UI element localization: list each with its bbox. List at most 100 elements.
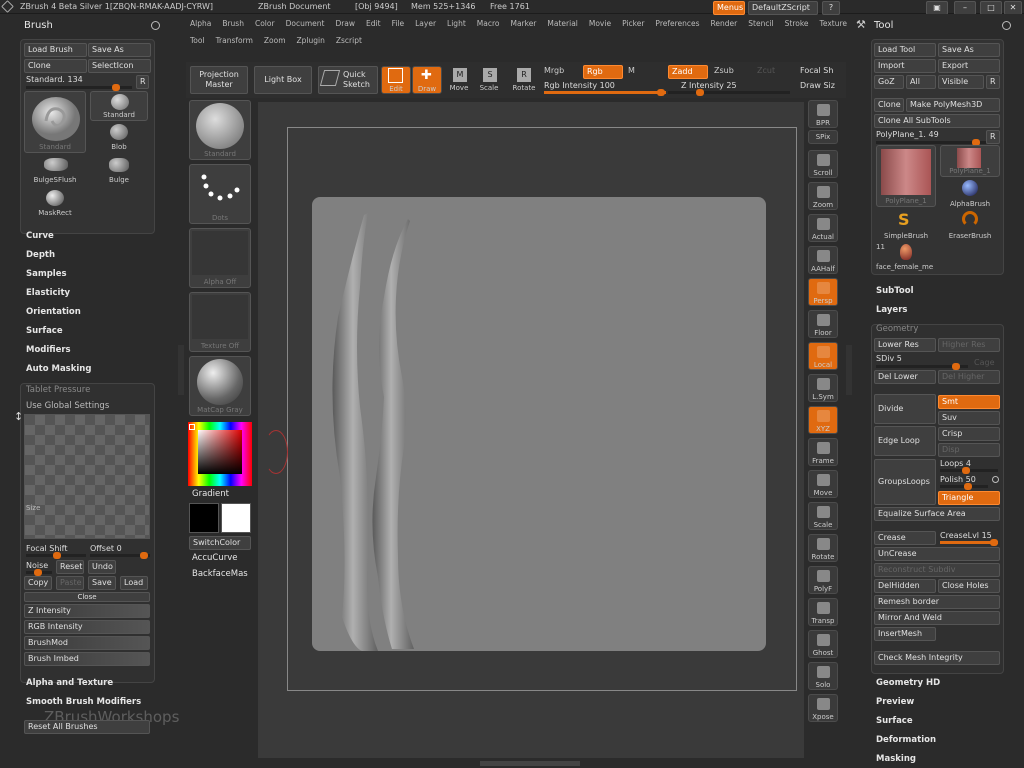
face-female-thumb[interactable]: face_female_me — [874, 243, 954, 273]
offset-slider[interactable] — [90, 552, 150, 559]
surface-section[interactable]: Surface — [876, 716, 913, 726]
curve-close-button[interactable]: Close — [24, 592, 150, 602]
main-color-swatch[interactable] — [189, 503, 219, 533]
brush-r-button[interactable]: R — [136, 75, 149, 89]
tool-persp[interactable]: Persp — [808, 278, 838, 306]
tool-rotate[interactable]: Rotate — [808, 534, 838, 562]
backface-mask-toggle[interactable]: BackfaceMas — [192, 569, 248, 579]
rgb-intensity-label[interactable]: Rgb Intensity 100 — [544, 81, 615, 90]
curve-save-button[interactable]: Save — [88, 576, 116, 590]
deformation-section[interactable]: Deformation — [876, 735, 936, 745]
shelf-slot-standard[interactable]: Standard — [189, 100, 251, 160]
projection-master-button[interactable]: Projection Master — [190, 66, 248, 94]
brush-thumb-bulgeflush[interactable]: BulgeSFlush — [24, 155, 86, 185]
menu-item-light[interactable]: Light — [447, 19, 466, 28]
select-icon-button[interactable]: SelectIcon — [88, 59, 151, 73]
geometry-hd-section[interactable]: Geometry HD — [876, 678, 940, 688]
menu-item-color[interactable]: Color — [255, 19, 275, 28]
shelf-slot-alpha-off[interactable]: Alpha Off — [189, 228, 251, 288]
menu-item-edit[interactable]: Edit — [366, 19, 381, 28]
equalize-surface-area-button[interactable]: Equalize Surface Area — [874, 507, 1000, 521]
close-icon[interactable]: ✕ — [1004, 1, 1022, 15]
tool-scale[interactable]: Scale — [808, 502, 838, 530]
bottom-tray-handle[interactable] — [480, 761, 580, 766]
reconstruct-subdiv-button[interactable]: Reconstruct Subdiv — [874, 563, 1000, 577]
section-modifiers[interactable]: Modifiers — [26, 345, 71, 355]
brush-thumb-bulge[interactable]: Bulge — [90, 155, 148, 185]
tool-spix[interactable]: SPix — [808, 130, 838, 144]
curve-brush-imbed[interactable]: Brush Imbed — [24, 652, 150, 666]
triangle-toggle[interactable]: Triangle — [938, 491, 1000, 505]
brush-thumb-blob[interactable]: Blob — [90, 122, 148, 152]
check-mesh-integrity-button[interactable]: Check Mesh Integrity — [874, 651, 1000, 665]
menu-item-picker[interactable]: Picker — [622, 19, 644, 28]
divide-button[interactable]: Divide — [874, 394, 936, 424]
tool-frame[interactable]: Frame — [808, 438, 838, 466]
curve-rgb-intensity[interactable]: RGB Intensity — [24, 620, 150, 634]
menu-item-document[interactable]: Document — [286, 19, 325, 28]
curve-brushmod[interactable]: BrushMod — [24, 636, 150, 650]
loops-slider[interactable] — [940, 467, 998, 474]
menus-button[interactable]: Menus — [713, 1, 745, 15]
subtool-section[interactable]: SubTool — [876, 286, 914, 296]
zadd-toggle[interactable]: Zadd — [668, 65, 708, 79]
color-picker-square[interactable] — [198, 430, 242, 474]
offset-label[interactable]: Offset 0 — [90, 544, 122, 553]
load-brush-button[interactable]: Load Brush — [24, 43, 87, 57]
lower-res-button[interactable]: Lower Res — [874, 338, 936, 352]
draw-size-shelf-label[interactable]: Draw Siz — [800, 81, 835, 90]
noise-slider[interactable] — [26, 569, 52, 576]
section-curve[interactable]: Curve — [26, 231, 54, 241]
tool-palette-title[interactable]: Tool — [874, 20, 893, 31]
focal-shift-shelf-label[interactable]: Focal Sh — [800, 66, 833, 75]
lock-icon[interactable]: ▣ — [926, 1, 948, 15]
menu-item-alpha[interactable]: Alpha — [190, 19, 211, 28]
menu-item-brush[interactable]: Brush — [222, 19, 244, 28]
masking-section[interactable]: Masking — [876, 754, 916, 764]
menu-item-layer[interactable]: Layer — [415, 19, 436, 28]
menu-item-draw[interactable]: Draw — [335, 19, 355, 28]
menu-item-marker[interactable]: Marker — [510, 19, 536, 28]
edge-loop-button[interactable]: Edge Loop — [874, 426, 936, 456]
section-orientation[interactable]: Orientation — [26, 307, 81, 317]
menu-item-zoom[interactable]: Zoom — [264, 36, 286, 45]
curve-z-intensity[interactable]: Z Intensity — [24, 604, 150, 618]
import-button[interactable]: Import — [874, 59, 936, 73]
menu-item-transform[interactable]: Transform — [216, 36, 253, 45]
tool-scroll[interactable]: Scroll — [808, 150, 838, 178]
tool-transp[interactable]: Transp — [808, 598, 838, 626]
delhidden-button[interactable]: DelHidden — [874, 579, 936, 593]
tool-thumb-alphabrush[interactable]: AlphaBrush — [940, 178, 1000, 208]
default-zscript-button[interactable]: DefaultZScript — [748, 1, 818, 15]
cage-label[interactable]: Cage — [974, 358, 995, 367]
polish-circle-icon[interactable] — [992, 476, 999, 483]
current-tool-slider[interactable] — [876, 139, 986, 146]
section-depth[interactable]: Depth — [26, 250, 55, 260]
del-lower-button[interactable]: Del Lower — [874, 370, 936, 384]
mirror-and-weld-button[interactable]: Mirror And Weld — [874, 611, 1000, 625]
focal-shift-label[interactable]: Focal Shift — [26, 544, 67, 553]
brush-palette-title[interactable]: Brush — [24, 20, 53, 31]
tool-clone-button[interactable]: Clone — [874, 98, 904, 112]
alpha-texture-section[interactable]: Alpha and Texture — [26, 678, 113, 688]
section-elasticity[interactable]: Elasticity — [26, 288, 70, 298]
tool-r-button[interactable]: R — [986, 130, 1000, 144]
m-toggle[interactable]: M — [628, 66, 635, 75]
tool-move[interactable]: Move — [808, 470, 838, 498]
palette-popout-icon[interactable] — [151, 21, 160, 30]
brush-thumb-standard[interactable]: Standard — [90, 91, 148, 121]
shelf-slot-dots[interactable]: Dots — [189, 164, 251, 224]
menu-item-stencil[interactable]: Stencil — [748, 19, 773, 28]
gradient-label[interactable]: Gradient — [192, 489, 229, 499]
goz-all-button[interactable]: All — [906, 75, 936, 89]
geometry-section[interactable]: Geometry — [876, 324, 918, 334]
sdiv-slider[interactable] — [876, 363, 968, 370]
rgb-intensity-slider[interactable] — [544, 89, 666, 96]
del-higher-button[interactable]: Del Higher — [938, 370, 1000, 384]
tool-local[interactable]: Local — [808, 342, 838, 370]
shelf-slot-texture-off[interactable]: Texture Off — [189, 292, 251, 352]
polish-slider[interactable] — [940, 483, 988, 490]
mrgb-toggle[interactable]: Mrgb — [544, 66, 564, 75]
section-samples[interactable]: Samples — [26, 269, 67, 279]
secondary-color-swatch[interactable] — [221, 503, 251, 533]
